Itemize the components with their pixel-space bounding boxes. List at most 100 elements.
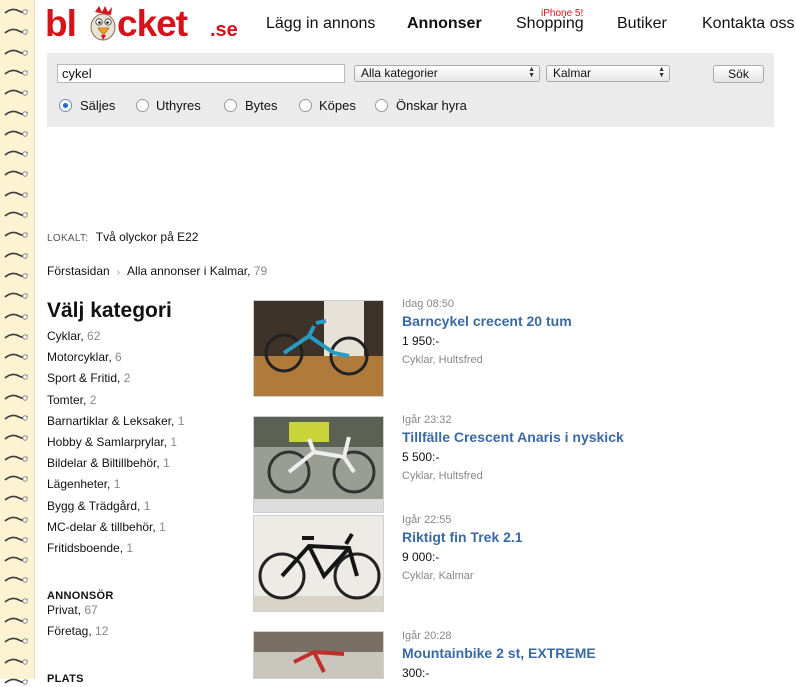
spiral-ring-icon	[3, 87, 29, 98]
ad-title[interactable]: Barncykel crecent 20 tum	[402, 313, 572, 329]
spiral-ring-icon	[3, 574, 29, 585]
ad-price: 9 000:-	[402, 550, 440, 564]
ad-location: Cyklar, Hultsfred	[402, 354, 483, 366]
category-count: 1	[170, 435, 178, 449]
svg-text:bl: bl	[45, 3, 76, 44]
category-label: MC-delar & tillbehör,	[47, 519, 156, 534]
spiral-ring-icon	[3, 493, 29, 504]
radio-label-uthyres[interactable]: Uthyres	[156, 98, 201, 113]
category-item[interactable]: Bildelar & Biltillbehör, 1	[47, 456, 170, 470]
spiral-ring-icon	[3, 453, 29, 464]
ad-price: 1 950:-	[402, 334, 440, 348]
spiral-ring-icon	[3, 656, 29, 667]
spiral-ring-icon	[3, 595, 29, 606]
category-count: 1	[163, 456, 170, 471]
category-count: 1	[159, 519, 166, 534]
category-item[interactable]: MC-delar & tillbehör, 1	[47, 520, 166, 534]
category-select-value: Alla kategorier	[361, 66, 438, 80]
ad-title[interactable]: Tillfälle Crescent Anaris i nyskick	[402, 429, 624, 445]
spiral-ring-icon	[3, 534, 29, 545]
category-label: Barnartiklar & Leksaker,	[47, 413, 175, 428]
radio-saljes[interactable]	[59, 99, 72, 112]
category-count: 1	[126, 541, 134, 555]
spiral-ring-icon	[3, 635, 29, 646]
nav-butiker[interactable]: Butiker	[617, 15, 667, 33]
filter-privat[interactable]: Privat, 67	[47, 603, 98, 617]
region-select[interactable]: Kalmar ▲ ▼	[546, 65, 670, 82]
category-item[interactable]: Cyklar, 62	[47, 329, 100, 343]
breadcrumb: Förstasidan › Alla annonser i Kalmar, 79	[47, 264, 267, 278]
spiral-ring-icon	[3, 432, 29, 443]
spiral-ring-icon	[3, 371, 29, 382]
nav-lagg-in-annons[interactable]: Lägg in annons	[266, 15, 375, 33]
spiral-ring-icon	[3, 392, 29, 403]
spiral-ring-icon	[3, 6, 29, 17]
category-item[interactable]: Hobby & Samlarprylar, 1	[47, 435, 177, 449]
ad-price: 300:-	[402, 666, 430, 680]
category-label: Cyklar,	[47, 329, 84, 343]
radio-bytes[interactable]	[224, 99, 237, 112]
ad-thumbnail[interactable]	[253, 631, 384, 679]
blocket-logo[interactable]: bl cket .se	[45, 2, 255, 44]
radio-uthyres[interactable]	[136, 99, 149, 112]
spiral-ring-icon	[3, 676, 29, 687]
ad-thumbnail[interactable]	[253, 416, 384, 513]
region-select-value: Kalmar	[553, 66, 592, 80]
breadcrumb-count: 79	[253, 264, 268, 278]
local-news-link[interactable]: Två olyckor på E22	[96, 230, 199, 244]
spiral-ring-icon	[3, 351, 29, 362]
spiral-ring-icon	[3, 47, 29, 58]
nav-kontakta-oss[interactable]: Kontakta oss	[702, 15, 795, 33]
ad-title[interactable]: Riktigt fin Trek 2.1	[402, 529, 523, 545]
ad-location: Cyklar, Kalmar	[402, 570, 474, 582]
local-news-tag: LOKALT:	[47, 233, 89, 244]
radio-label-bytes[interactable]: Bytes	[245, 98, 278, 113]
category-count: 62	[87, 329, 101, 343]
radio-label-onskar-hyra[interactable]: Önskar hyra	[396, 98, 467, 113]
filter-count: 12	[95, 624, 109, 638]
ad-thumbnail[interactable]	[253, 300, 384, 397]
category-select[interactable]: Alla kategorier ▲ ▼	[354, 65, 540, 82]
category-label: Hobby & Samlarprylar,	[47, 435, 168, 449]
category-label: Lägenheter,	[47, 477, 111, 492]
category-item[interactable]: Fritidsboende, 1	[47, 541, 133, 555]
category-label: Fritidsboende,	[47, 541, 124, 555]
breadcrumb-chevron-icon: ›	[116, 267, 121, 278]
nav-shopping[interactable]: Shopping	[516, 15, 584, 33]
select-arrows-icon: ▲ ▼	[528, 66, 535, 79]
breadcrumb-home[interactable]: Förstasidan	[47, 264, 110, 278]
search-input[interactable]: cykel	[57, 64, 345, 83]
filter-foretag[interactable]: Företag, 12	[47, 624, 108, 638]
radio-kopes[interactable]	[299, 99, 312, 112]
radio-label-saljes[interactable]: Säljes	[80, 98, 115, 113]
category-item[interactable]: Barnartiklar & Leksaker, 1	[47, 414, 184, 428]
category-count: 1	[177, 413, 185, 428]
category-item[interactable]: Tomter, 2	[47, 393, 96, 407]
ad-time: Idag 08:50	[402, 298, 454, 310]
ad-thumbnail[interactable]	[253, 515, 384, 612]
ad-title[interactable]: Mountainbike 2 st, EXTREME	[402, 645, 596, 661]
spiral-ring-icon	[3, 189, 29, 200]
category-item[interactable]: Bygg & Trädgård, 1	[47, 499, 150, 513]
category-label: Bygg & Trädgård,	[47, 498, 141, 513]
spiral-ring-icon	[3, 331, 29, 342]
category-item[interactable]: Motorcyklar, 6	[47, 350, 122, 364]
ad-time: Igår 22:55	[402, 514, 452, 526]
category-item[interactable]: Sport & Fritid, 2	[47, 371, 130, 385]
spiral-ring-icon	[3, 108, 29, 119]
ad-time: Igår 20:28	[402, 630, 452, 642]
radio-label-kopes[interactable]: Köpes	[319, 98, 356, 113]
category-count: 1	[143, 498, 151, 513]
spiral-ring-icon	[3, 128, 29, 139]
svg-text:.se: .se	[210, 19, 238, 41]
category-item[interactable]: Lägenheter, 1	[47, 477, 120, 491]
category-label: Bildelar & Biltillbehör,	[47, 456, 160, 471]
category-heading: Välj kategori	[47, 299, 172, 322]
search-button[interactable]: Sök	[713, 65, 764, 83]
radio-onskar-hyra[interactable]	[375, 99, 388, 112]
spiral-ring-icon	[3, 209, 29, 220]
spiral-ring-icon	[3, 554, 29, 565]
spiral-ring-icon	[3, 229, 29, 240]
nav-annonser[interactable]: Annonser	[407, 15, 482, 33]
category-label: Motorcyklar,	[47, 350, 112, 365]
